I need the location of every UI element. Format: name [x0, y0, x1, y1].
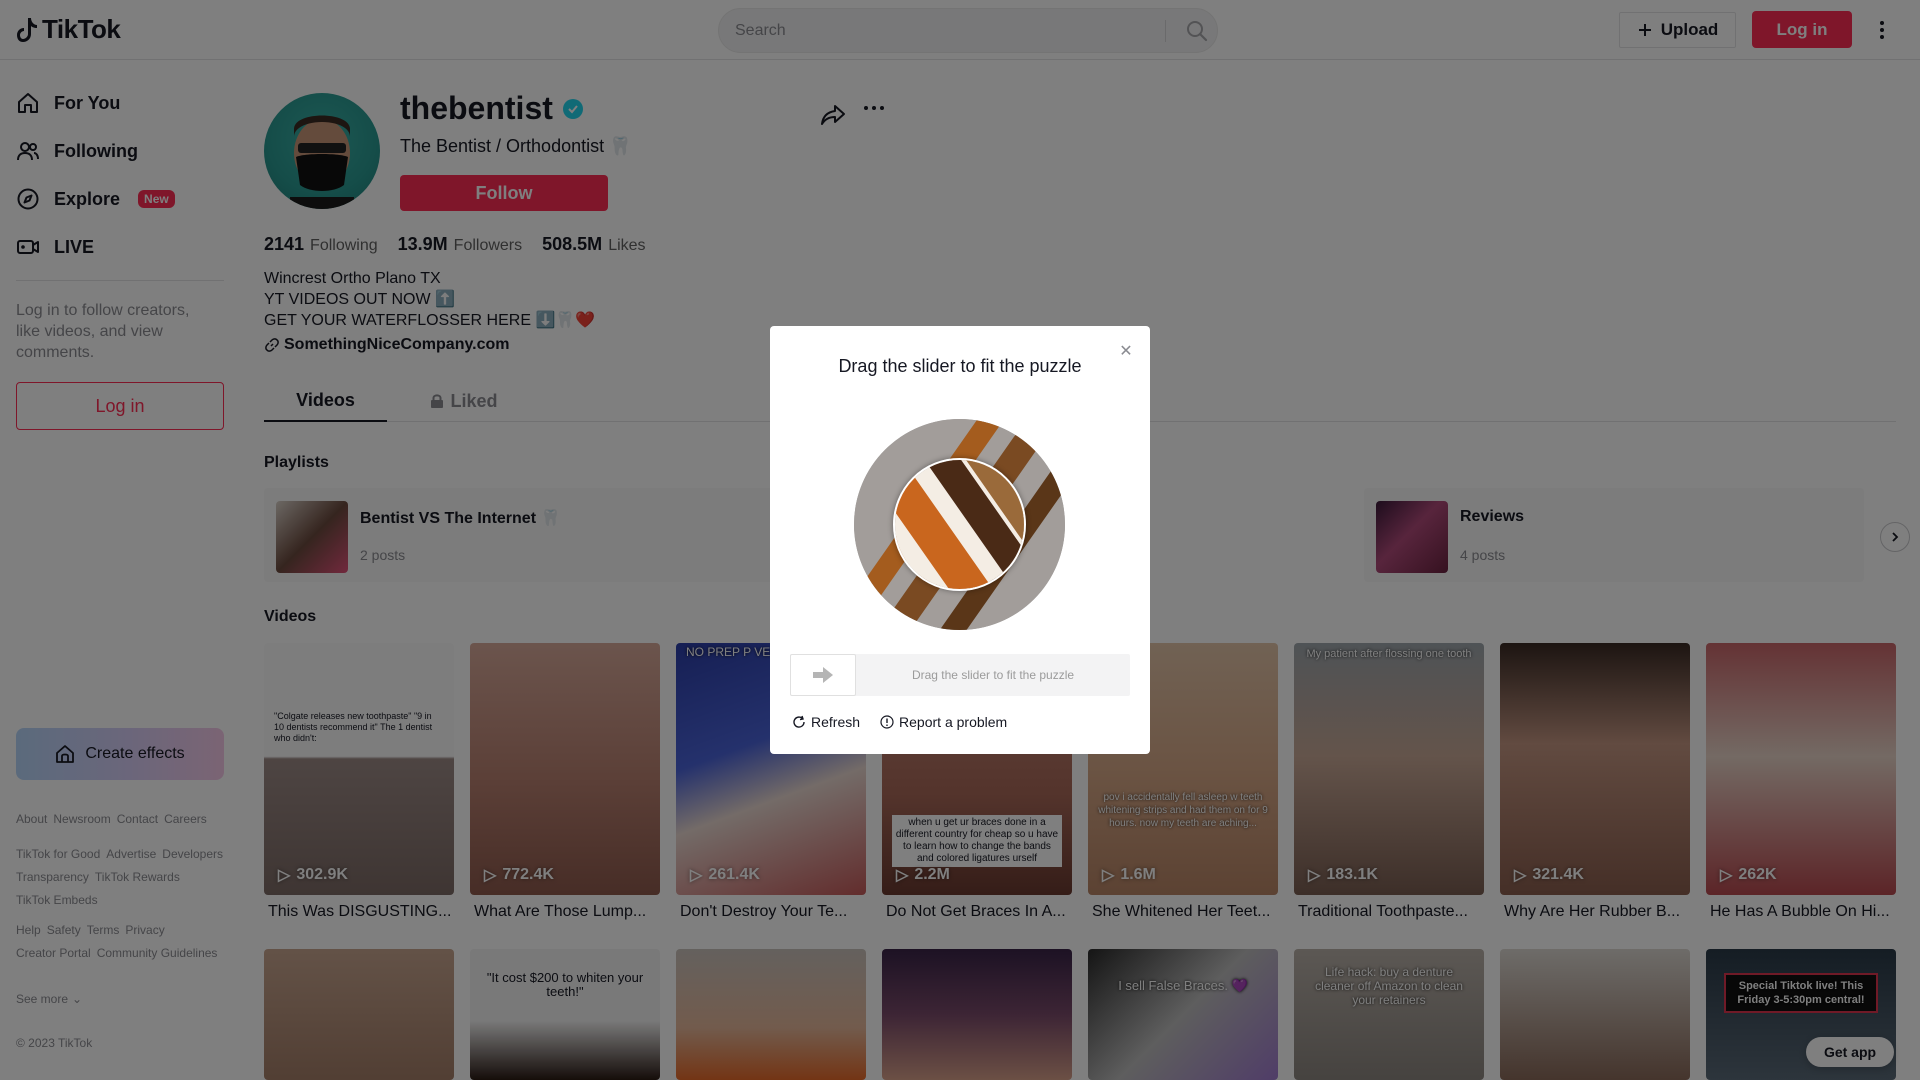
refresh-button[interactable]: Refresh — [792, 714, 860, 730]
captcha-slider-hint: Drag the slider to fit the puzzle — [911, 668, 1075, 682]
arrow-right-icon — [813, 667, 833, 683]
refresh-icon — [793, 715, 805, 728]
captcha-puzzle-image — [854, 419, 1065, 630]
info-icon — [880, 715, 894, 729]
captcha-slider-track: Drag the slider to fit the puzzle — [790, 654, 1130, 696]
captcha-puzzle-piece[interactable] — [893, 458, 1026, 591]
report-problem-button[interactable]: Report a problem — [880, 714, 1007, 730]
captcha-modal: Drag the slider to fit the puzzle ✕ Drag… — [770, 326, 1150, 754]
captcha-slider-handle[interactable] — [790, 654, 856, 696]
captcha-actions: Refresh Report a problem — [792, 714, 1007, 730]
close-icon[interactable]: ✕ — [1118, 344, 1134, 360]
captcha-title: Drag the slider to fit the puzzle — [838, 356, 1082, 376]
